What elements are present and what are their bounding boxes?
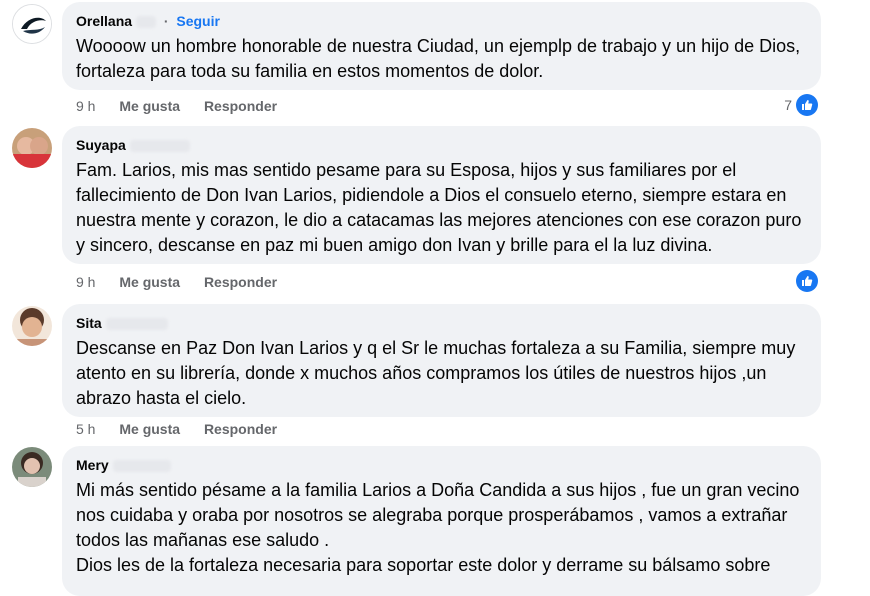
avatar[interactable] [12,306,52,346]
redacted-name [112,460,171,473]
comment-time[interactable]: 9 h [76,98,95,114]
like-thumb-icon [796,94,818,116]
comment-author[interactable]: Suyapa [76,137,126,153]
comment-time[interactable]: 5 h [76,421,95,437]
reaction-summary[interactable] [792,270,818,292]
avatar[interactable] [12,4,52,44]
comment-bubble: Mery Mi más sentido pésame a la familia … [62,446,821,596]
redacted-name [105,318,168,331]
avatar[interactable] [12,128,52,168]
comment-author[interactable]: Sita [76,315,102,331]
reply-button[interactable]: Responder [204,98,277,114]
like-button[interactable]: Me gusta [119,98,180,114]
separator-dot: · [163,13,169,29]
follow-button[interactable]: Seguir [176,13,220,29]
avatar-logo-icon [13,5,51,43]
comment-text: Woooow un hombre honorable de nuestra Ci… [76,36,801,81]
reaction-summary[interactable]: 7 [784,94,818,116]
like-thumb-icon [796,270,818,292]
avatar-photo-icon [12,128,52,168]
reply-button[interactable]: Responder [204,421,277,437]
avatar-photo-icon [12,306,52,346]
comment-author[interactable]: Mery [76,457,109,473]
avatar[interactable] [12,447,52,487]
redacted-name [135,16,156,29]
reaction-count: 7 [784,97,792,113]
comment-text-continued: Dios les de la fortaleza necesaria para … [76,555,771,575]
like-button[interactable]: Me gusta [119,421,180,437]
comment-actions: 5 h Me gusta Responder [76,420,297,438]
scrollbar[interactable] [862,0,870,585]
like-button[interactable]: Me gusta [119,274,180,290]
comment-actions: 9 h Me gusta Responder [76,97,297,115]
redacted-name [129,140,190,153]
comment-text: Fam. Larios, mis mas sentido pesame para… [76,160,802,255]
comment-author[interactable]: Orellana [76,13,132,29]
reply-button[interactable]: Responder [204,274,277,290]
comment-bubble: Sita Descanse en Paz Don Ivan Larios y q… [62,304,821,417]
avatar-photo-icon [12,447,52,487]
comment-text: Descanse en Paz Don Ivan Larios y q el S… [76,338,796,408]
comment-text: Mi más sentido pésame a la familia Lario… [76,480,800,550]
comment-bubble: Suyapa Fam. Larios, mis mas sentido pesa… [62,126,821,264]
comment-time[interactable]: 9 h [76,274,95,290]
comment-bubble: Orellana · Seguir Woooow un hombre honor… [62,2,821,90]
comment-actions: 9 h Me gusta Responder [76,273,297,291]
